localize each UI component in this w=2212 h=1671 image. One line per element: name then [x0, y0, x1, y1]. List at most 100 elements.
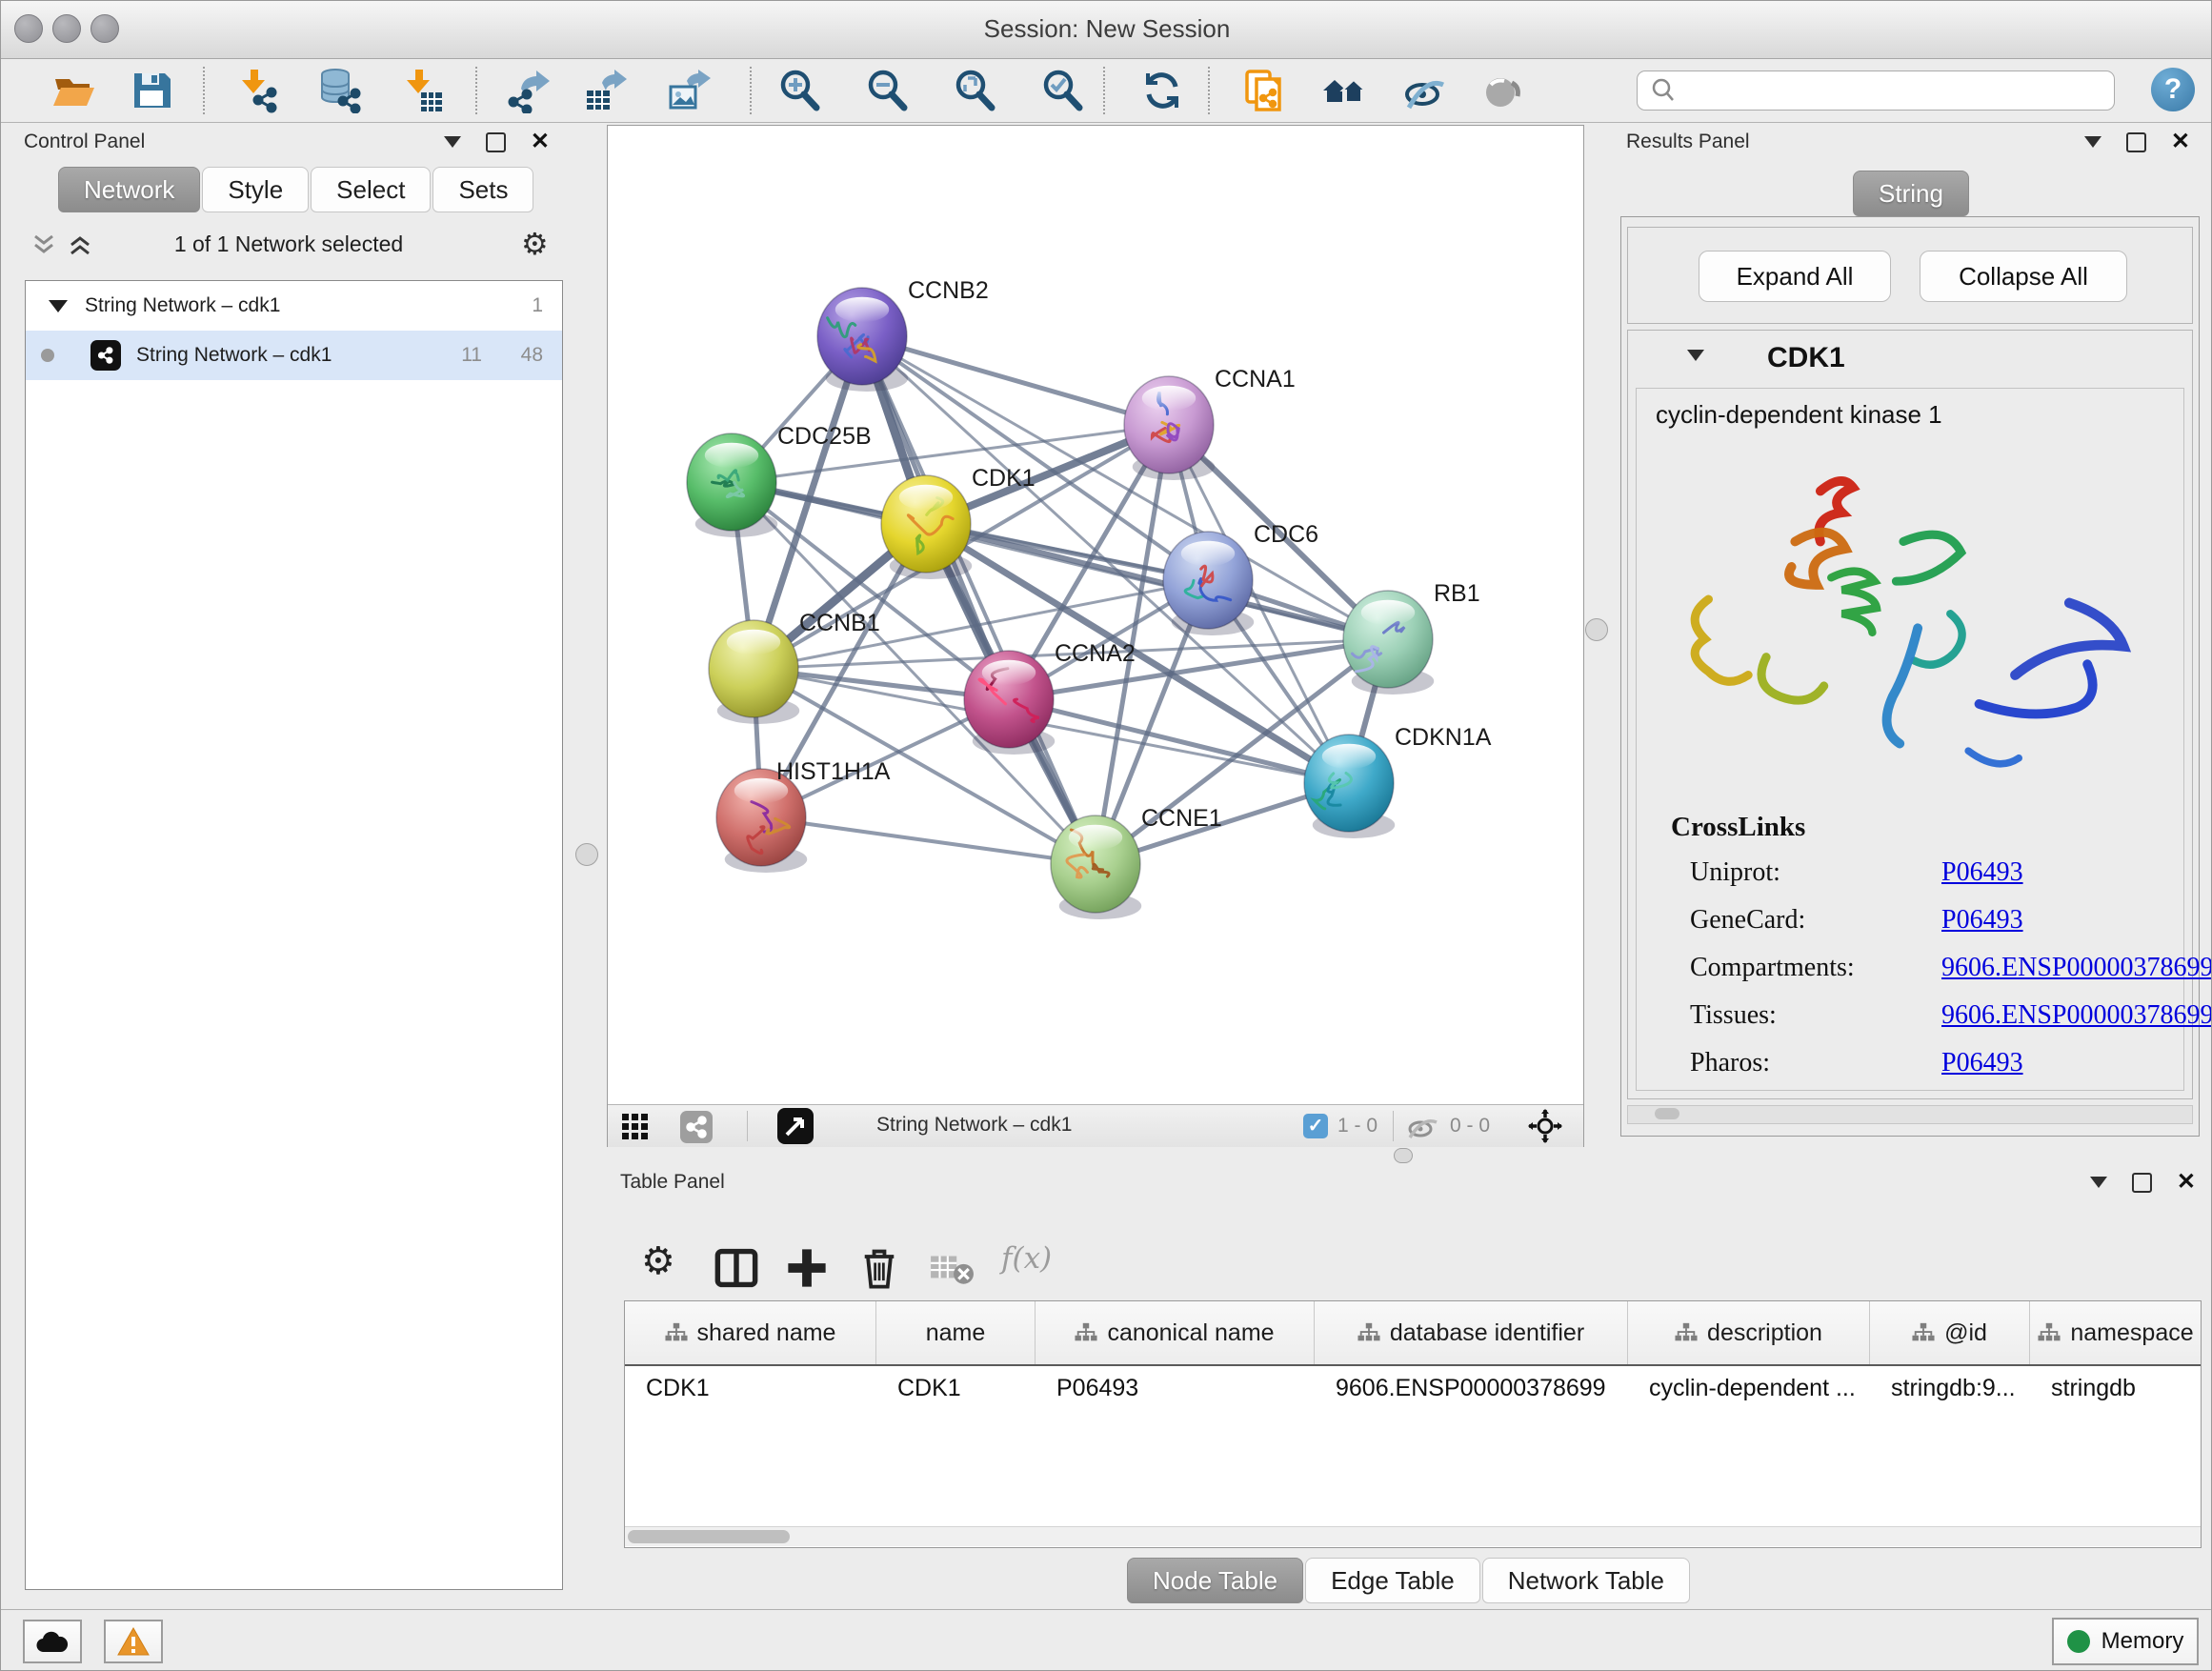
collapse-section-icon[interactable] — [1687, 350, 1704, 361]
panel-float-icon[interactable] — [2090, 1177, 2107, 1188]
node-RB1[interactable] — [1343, 591, 1434, 695]
results-scrollbar-thumb[interactable] — [1655, 1108, 1679, 1119]
tab-string[interactable]: String — [1853, 171, 1969, 216]
panel-maximize-icon[interactable] — [486, 132, 506, 152]
show-columns-icon[interactable] — [714, 1245, 759, 1291]
table-cell[interactable]: cyclin-dependent ... — [1628, 1375, 1870, 1402]
network-share-icon[interactable] — [680, 1111, 713, 1143]
cloud-status-button[interactable] — [23, 1620, 82, 1663]
tab-sets[interactable]: Sets — [432, 167, 533, 212]
network-tree-row[interactable]: String Network – cdk11 — [26, 281, 562, 331]
panel-maximize-icon[interactable] — [2132, 1173, 2152, 1193]
tab-network[interactable]: Network — [58, 167, 200, 212]
node-CDKN1A[interactable] — [1304, 735, 1395, 838]
tab-network-table[interactable]: Network Table — [1482, 1558, 1690, 1603]
crosslink-link[interactable]: P06493 — [1941, 905, 2023, 936]
table-cell[interactable]: CDK1 — [625, 1375, 876, 1402]
tab-node-table[interactable]: Node Table — [1127, 1558, 1303, 1603]
gene-description: cyclin-dependent kinase 1 — [1656, 400, 1942, 430]
left-splitter-grip[interactable] — [575, 843, 598, 866]
table-scrollbar[interactable] — [625, 1526, 2201, 1546]
table-panel-window-controls: ✕ — [2090, 1171, 2196, 1194]
tree-expander-icon[interactable] — [49, 300, 68, 312]
table-cell[interactable]: stringdb:9... — [1870, 1375, 2030, 1402]
expand-all-button[interactable]: Expand All — [1699, 251, 1891, 302]
column-header-database-identifier[interactable]: database identifier — [1315, 1301, 1628, 1364]
fit-selected-crosshair-icon[interactable] — [1528, 1109, 1562, 1143]
panel-close-icon[interactable]: ✕ — [2177, 1173, 2196, 1192]
table-cell[interactable]: stringdb — [2030, 1375, 2202, 1402]
edge-CCNB2-CCNE1[interactable] — [862, 336, 1096, 864]
column-header-shared-name[interactable]: shared name — [625, 1301, 876, 1364]
column-header-description[interactable]: description — [1628, 1301, 1870, 1364]
network-canvas[interactable]: CCNB2CCNA1CDC25BCDK1CDC6CCNB1CCNA2HIST1H… — [608, 126, 1583, 1104]
edge-CCNB2-CCNA1[interactable] — [862, 336, 1169, 425]
node-CCNB1[interactable] — [709, 620, 799, 724]
column-header-canonical-name[interactable]: canonical name — [1036, 1301, 1315, 1364]
search-input[interactable] — [1685, 77, 2114, 104]
export-network-icon[interactable] — [506, 68, 552, 113]
open-session-icon[interactable] — [50, 68, 96, 113]
memory-button[interactable]: Memory — [2052, 1618, 2199, 1665]
create-column-plus-icon[interactable] — [784, 1245, 830, 1291]
refresh-icon[interactable] — [1139, 68, 1185, 113]
bottom-splitter-grip[interactable] — [1394, 1148, 1413, 1163]
import-network-database-icon[interactable] — [316, 68, 362, 113]
network-options-gear-icon[interactable]: ⚙ — [521, 226, 549, 262]
delete-table-icon[interactable] — [929, 1245, 975, 1291]
table-cell[interactable]: CDK1 — [876, 1375, 1036, 1402]
column-header-namespace[interactable]: namespace — [2030, 1301, 2202, 1364]
results-scrollbar[interactable] — [1627, 1105, 2193, 1124]
selected-checkbox-icon[interactable]: ✓ — [1303, 1114, 1328, 1138]
zoom-selected-icon[interactable] — [1039, 68, 1085, 113]
table-scrollbar-thumb[interactable] — [628, 1530, 790, 1543]
node-CCNE1[interactable] — [1051, 815, 1141, 919]
column-header--id[interactable]: @id — [1870, 1301, 2030, 1364]
clone-network-icon[interactable] — [1241, 68, 1287, 113]
crosslink-link[interactable]: P06493 — [1941, 1048, 2023, 1078]
column-header-name[interactable]: name — [876, 1301, 1036, 1364]
panel-close-icon[interactable]: ✕ — [531, 132, 550, 151]
first-neighbors-home-icon[interactable] — [1321, 68, 1367, 113]
crosslink-link[interactable]: P06493 — [1941, 857, 2023, 888]
crosslink-link[interactable]: 9606.ENSP00000378699 — [1941, 953, 2212, 983]
panel-float-icon[interactable] — [444, 136, 461, 148]
table-cell[interactable]: P06493 — [1036, 1375, 1315, 1402]
table-row[interactable]: CDK1CDK1P064939606.ENSP00000378699cyclin… — [625, 1366, 2201, 1410]
tab-select[interactable]: Select — [311, 167, 431, 212]
import-network-file-icon[interactable] — [233, 68, 279, 113]
right-splitter-grip[interactable] — [1585, 618, 1608, 641]
edge-HIST1H1A-CCNE1[interactable] — [761, 817, 1096, 864]
save-session-icon[interactable] — [129, 68, 174, 113]
node-CDC25B[interactable] — [687, 433, 777, 537]
node-CCNA2[interactable] — [964, 651, 1055, 755]
export-table-icon[interactable] — [583, 68, 629, 113]
node-CDC6[interactable] — [1163, 532, 1254, 635]
panel-float-icon[interactable] — [2084, 136, 2101, 148]
collapse-all-button[interactable]: Collapse All — [1920, 251, 2127, 302]
table-cell[interactable]: 9606.ENSP00000378699 — [1315, 1375, 1628, 1402]
zoom-in-icon[interactable] — [776, 68, 822, 113]
crosslink-link[interactable]: 9606.ENSP00000378699 — [1941, 1000, 2212, 1031]
node-CDK1[interactable] — [881, 475, 972, 579]
zoom-out-icon[interactable] — [864, 68, 910, 113]
help-button[interactable]: ? — [2151, 68, 2195, 111]
panel-close-icon[interactable]: ✕ — [2171, 132, 2190, 151]
zoom-fit-icon[interactable] — [952, 68, 997, 113]
node-CCNA1[interactable] — [1124, 376, 1215, 480]
preview-eye-icon[interactable] — [1479, 68, 1525, 113]
warning-status-button[interactable] — [104, 1620, 163, 1663]
table-options-gear-icon[interactable]: ⚙ — [641, 1239, 687, 1285]
show-hide-eye-icon[interactable] — [1401, 68, 1447, 113]
tab-style[interactable]: Style — [202, 167, 309, 212]
export-image-icon[interactable] — [666, 68, 712, 113]
gene-section-header[interactable]: CDK1 — [1628, 331, 2192, 386]
birds-eye-view-icon[interactable] — [777, 1108, 814, 1144]
network-tree-row[interactable]: String Network – cdk11148 — [26, 331, 562, 380]
delete-column-trash-icon[interactable] — [856, 1245, 902, 1291]
grid-view-icon[interactable] — [621, 1113, 650, 1141]
node-CCNB2[interactable] — [817, 288, 908, 392]
import-table-file-icon[interactable] — [398, 68, 444, 113]
panel-maximize-icon[interactable] — [2126, 132, 2146, 152]
tab-edge-table[interactable]: Edge Table — [1305, 1558, 1480, 1603]
